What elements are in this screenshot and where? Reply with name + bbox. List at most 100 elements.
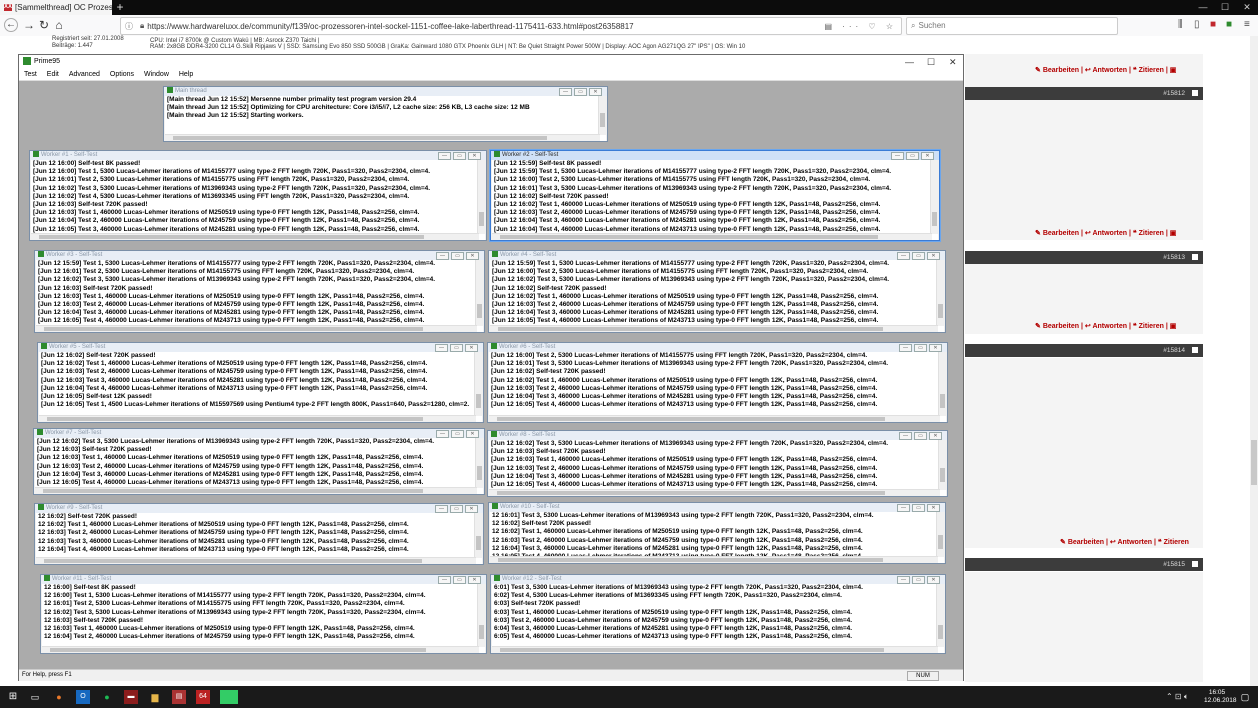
edit-link[interactable]: Bearbeiten — [1043, 67, 1079, 74]
worker-10-window[interactable]: Worker #10 - Self-Test — ▭ ✕ 12 16:01] Test … — [488, 502, 946, 564]
hwinfo-badge[interactable]: 64 — [196, 690, 210, 704]
horizontal-scrollbar[interactable] — [35, 487, 477, 494]
horizontal-scrollbar[interactable] — [31, 233, 479, 240]
vertical-scrollbar[interactable] — [930, 160, 938, 234]
menu-icon[interactable]: ≡ — [1244, 19, 1250, 30]
worker-9-maximize-icon[interactable]: ▭ — [450, 505, 463, 513]
firefox-icon[interactable]: ● — [52, 690, 66, 704]
worker-3-maximize-icon[interactable]: ▭ — [451, 252, 464, 260]
vertical-scrollbar[interactable] — [475, 260, 483, 326]
worker-7-close-icon[interactable]: ✕ — [466, 430, 479, 438]
worker-8-maximize-icon[interactable]: ▭ — [914, 432, 927, 440]
sidebar-icon[interactable]: ▯ — [1194, 19, 1200, 30]
worker-8-titlebar[interactable]: Worker #8 - Self-Test — ▭ ✕ — [488, 431, 947, 440]
more-icon[interactable]: ▣ — [1170, 323, 1177, 330]
worker-11-close-icon[interactable]: ✕ — [468, 576, 481, 584]
post-select-checkbox[interactable] — [1192, 90, 1198, 96]
horizontal-scroll-thumb[interactable] — [44, 327, 423, 331]
horizontal-scrollbar[interactable] — [42, 646, 479, 653]
horizontal-scroll-thumb[interactable] — [47, 417, 423, 421]
worker-2-close-icon[interactable]: ✕ — [921, 152, 934, 160]
worker-8-log[interactable]: [Jun 12 16:02] Test 3, 5300 Lucas-Lehmer… — [489, 440, 946, 496]
main-thread-log[interactable]: [Main thread Jun 12 15:52] Mersenne numb… — [165, 96, 606, 141]
info-icon[interactable]: ⓘ — [125, 21, 133, 32]
worker-6-log[interactable]: [Jun 12 16:00] Test 2, 5300 Lucas-Lehmer… — [489, 352, 946, 422]
worker-9-log[interactable]: 12 16:02] Self-test 720K passed! 12 16:02… — [36, 513, 482, 564]
worker-12-titlebar[interactable]: Worker #12 - Self-Test — ▭ ✕ — [491, 575, 945, 584]
scroll-thumb[interactable] — [940, 468, 945, 482]
reply-link[interactable]: Antworten — [1092, 230, 1127, 237]
vertical-scrollbar[interactable] — [936, 584, 944, 647]
menu-window[interactable]: Window — [144, 71, 169, 78]
worker-11-minimize-icon[interactable]: — — [438, 576, 451, 584]
worker-3-close-icon[interactable]: ✕ — [466, 252, 479, 260]
outlook-icon[interactable]: O — [76, 690, 90, 704]
reply-link[interactable]: Antworten — [1117, 539, 1152, 546]
worker-1-minimize-icon[interactable]: — — [438, 152, 451, 160]
horizontal-scroll-thumb[interactable] — [173, 136, 547, 140]
horizontal-scroll-thumb[interactable] — [500, 648, 884, 652]
worker-12-window[interactable]: Worker #12 - Self-Test — ▭ ✕ 6:01] Test 3, 5… — [490, 574, 946, 654]
worker-7-window[interactable]: Worker #7 - Self-Test — ▭ ✕ [Jun 12 16:02] T… — [33, 428, 485, 495]
vertical-scrollbar[interactable] — [474, 513, 482, 558]
menu-options[interactable]: Options — [110, 71, 134, 78]
worker-6-titlebar[interactable]: Worker #6 - Self-Test — ▭ ✕ — [488, 343, 947, 352]
page-actions-icon[interactable]: ▤ ··· ♡ ☆ — [824, 22, 897, 31]
worker-11-titlebar[interactable]: Worker #11 - Self-Test — ▭ ✕ — [41, 575, 486, 584]
library-icon[interactable]: ⫼ — [1178, 19, 1183, 30]
search-input[interactable]: ⌕ Suchen — [906, 17, 1118, 35]
worker-2-maximize-icon[interactable]: ▭ — [906, 152, 919, 160]
worker-8-window[interactable]: Worker #8 - Self-Test — ▭ ✕ [Jun 12 16:02] T… — [487, 430, 948, 497]
start-icon[interactable]: ⊞ — [6, 690, 20, 704]
reload-icon[interactable]: ↻ — [37, 18, 51, 32]
worker-9-titlebar[interactable]: Worker #9 - Self-Test — ▭ ✕ — [35, 504, 483, 513]
horizontal-scrollbar[interactable] — [39, 415, 476, 422]
quote-link[interactable]: Zitieren — [1139, 230, 1164, 237]
main-thread-titlebar[interactable]: Main thread — ▭ ✕ — [164, 87, 607, 96]
more-icon[interactable]: ▣ — [1170, 230, 1177, 237]
worker-9-minimize-icon[interactable]: — — [435, 505, 448, 513]
worker-5-log[interactable]: [Jun 12 16:02] Self-test 720K passed! [Ju… — [39, 352, 482, 422]
menu-edit[interactable]: Edit — [47, 71, 59, 78]
scroll-thumb[interactable] — [476, 394, 481, 408]
worker-10-log[interactable]: 12 16:01] Test 3, 5300 Lucas-Lehmer iter… — [490, 512, 944, 563]
post-number[interactable]: #15812 — [1163, 90, 1185, 97]
forward-icon[interactable]: → — [22, 18, 36, 32]
post-select-checkbox[interactable] — [1192, 347, 1198, 353]
horizontal-scroll-thumb[interactable] — [497, 417, 885, 421]
worker-4-window[interactable]: Worker #4 - Self-Test — ▭ ✕ [Jun 12 15:59] T… — [488, 250, 946, 333]
worker-6-minimize-icon[interactable]: — — [899, 344, 912, 352]
worker-3-titlebar[interactable]: Worker #3 - Self-Test — ▭ ✕ — [35, 251, 484, 260]
post-number[interactable]: #15815 — [1163, 561, 1185, 568]
post-select-checkbox[interactable] — [1192, 561, 1198, 567]
worker-4-titlebar[interactable]: Worker #4 - Self-Test — ▭ ✕ — [489, 251, 945, 260]
horizontal-scrollbar[interactable] — [492, 646, 938, 653]
menu-test[interactable]: Test — [24, 71, 37, 78]
worker-1-close-icon[interactable]: ✕ — [468, 152, 481, 160]
scroll-thumb[interactable] — [940, 394, 945, 408]
new-tab-button[interactable]: + — [114, 0, 126, 15]
extension-icon[interactable]: ■ — [1210, 19, 1216, 30]
notifications-icon[interactable]: ▢ — [1238, 690, 1252, 704]
worker-3-log[interactable]: [Jun 12 15:59] Test 1, 5300 Lucas-Lehmer… — [36, 260, 483, 332]
prime95-titlebar[interactable]: Prime95 — ☐ ✕ — [19, 55, 963, 69]
task-view-icon[interactable]: ▭ — [28, 690, 42, 704]
worker-7-maximize-icon[interactable]: ▭ — [451, 430, 464, 438]
vertical-scrollbar[interactable] — [936, 260, 944, 326]
browser-tab[interactable]: XX [Sammelthread] OC Prozesso ✕ — [0, 0, 112, 15]
scroll-thumb[interactable] — [477, 466, 482, 480]
worker-12-log[interactable]: 6:01] Test 3, 5300 Lucas-Lehmer iteratio… — [492, 584, 944, 653]
maximize-icon[interactable]: ☐ — [1216, 0, 1234, 15]
worker-6-maximize-icon[interactable]: ▭ — [914, 344, 927, 352]
horizontal-scrollbar[interactable] — [490, 556, 938, 563]
prime95-close-icon[interactable]: ✕ — [949, 55, 957, 69]
main-thread-window[interactable]: Main thread — ▭ ✕ [Main thread Jun 12 15:52]… — [163, 86, 608, 142]
quote-link[interactable]: Zitieren — [1164, 539, 1189, 546]
vertical-scrollbar[interactable] — [477, 584, 485, 647]
close-window-icon[interactable]: ✕ — [1238, 0, 1256, 15]
worker-8-minimize-icon[interactable]: — — [899, 432, 912, 440]
app-icon[interactable]: ▬ — [124, 690, 138, 704]
worker-11-window[interactable]: Worker #11 - Self-Test — ▭ ✕ 12 16:00] Self-… — [40, 574, 487, 654]
menu-advanced[interactable]: Advanced — [69, 71, 100, 78]
scroll-thumb[interactable] — [477, 304, 482, 318]
